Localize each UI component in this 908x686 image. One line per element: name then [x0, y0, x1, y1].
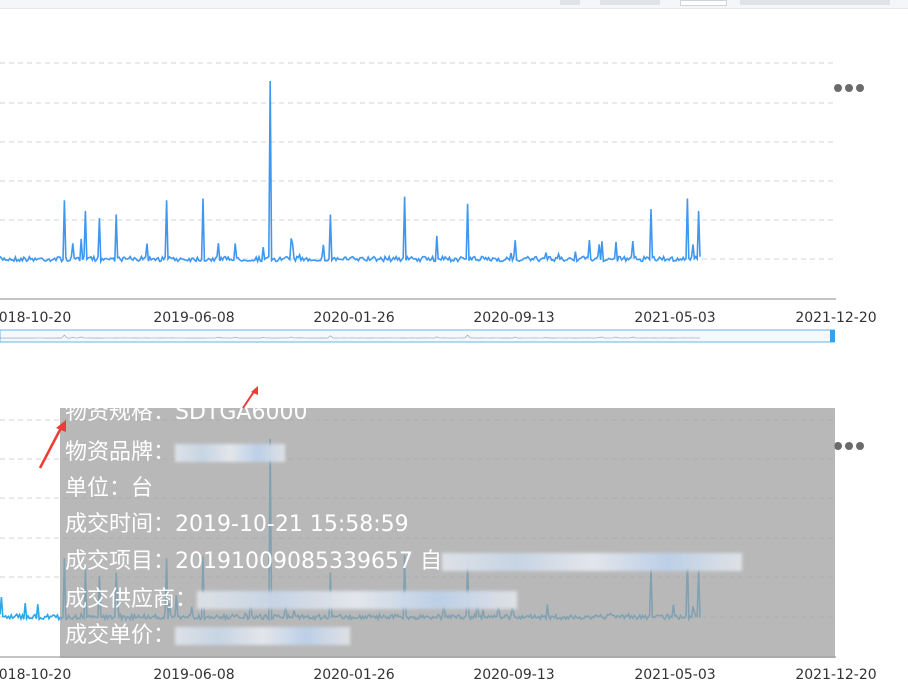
x-tick-label: 2021-05-03	[634, 310, 716, 326]
tooltip-row-price: 成交单价：	[65, 623, 351, 649]
redacted-supplier	[197, 591, 518, 609]
more-horizontal-icon	[856, 442, 864, 450]
x-tick-label: 2019-06-08	[153, 310, 235, 326]
price-line-chart-top	[0, 62, 836, 343]
x-tick-label: 2021-12-20	[795, 667, 877, 683]
x-tick-label: 2020-09-13	[473, 667, 555, 683]
tooltip-row-unit: 单位：台	[65, 476, 154, 501]
tooltip-row-time: 成交时间：2019-10-21 15:58:59	[65, 512, 409, 537]
redacted-project	[441, 553, 742, 571]
more-horizontal-icon	[845, 84, 853, 92]
redacted-price	[175, 627, 351, 645]
tooltip-row-project: 成交项目：20191009085339657 自	[65, 549, 742, 575]
annotation-arrow	[38, 420, 66, 469]
chart-more-button[interactable]	[832, 80, 866, 96]
annotation-arrow	[242, 386, 258, 409]
more-horizontal-icon	[834, 442, 842, 450]
x-tick-label: 2021-12-20	[795, 310, 877, 326]
x-tick-label: 2020-09-13	[473, 310, 555, 326]
x-tick-label: 2021-05-03	[634, 667, 716, 683]
redacted-brand	[175, 444, 286, 462]
more-horizontal-icon	[845, 442, 853, 450]
zoom-slider-handle	[830, 330, 835, 342]
x-tick-label: 2020-01-26	[313, 310, 395, 326]
tooltip-row-brand: 物资品牌：	[65, 440, 286, 466]
data-point-tooltip: 物资规格：SDTGA6000 物资品牌： 单位：台 成交时间：2019-10-2…	[60, 408, 835, 658]
x-tick-label: 018-10-20	[0, 310, 72, 326]
tooltip-row-supplier: 成交供应商：	[65, 587, 518, 613]
zoom-slider	[0, 329, 835, 343]
x-tick-label: 2020-01-26	[313, 667, 395, 683]
tooltip-row-spec: 物资规格：SDTGA6000	[65, 408, 308, 425]
series-line	[0, 80, 701, 265]
x-tick-label: 018-10-20	[0, 667, 72, 683]
more-horizontal-icon	[834, 84, 842, 92]
chart-more-button[interactable]	[832, 438, 866, 454]
more-horizontal-icon	[856, 84, 864, 92]
x-tick-label: 2019-06-08	[153, 667, 235, 683]
